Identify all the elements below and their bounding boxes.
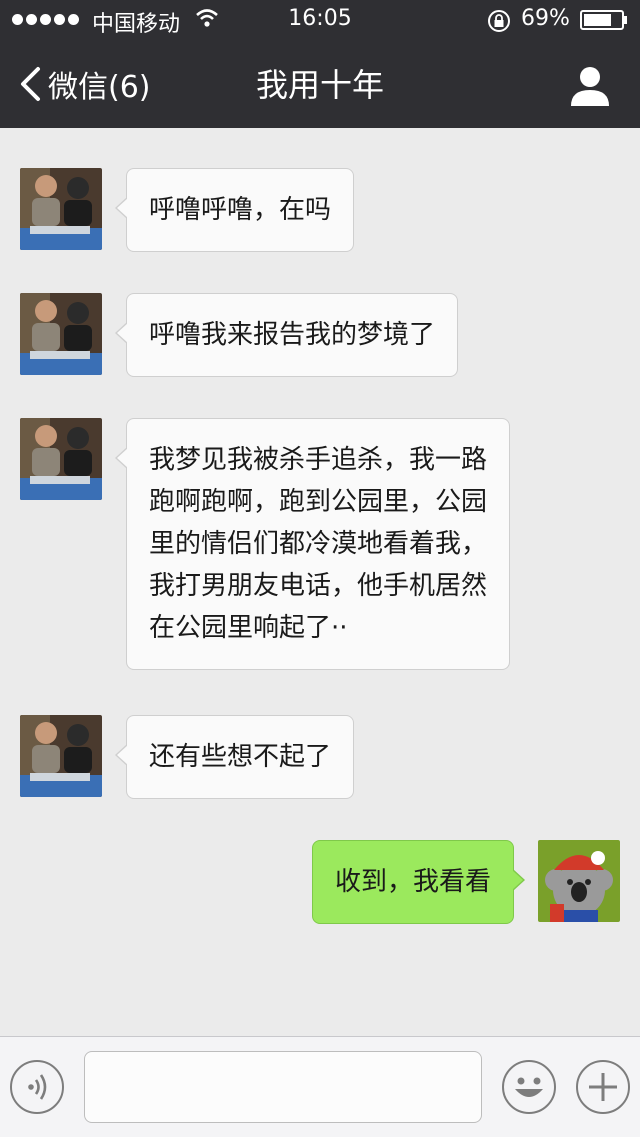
message-input[interactable] [84,1051,482,1123]
incoming-message[interactable]: 我梦见我被杀手追杀，我一路 跑啊跑啊，跑到公园里，公园 里的情侣们都冷漠地看着我… [114,418,511,670]
friend-photo [20,293,102,375]
voice-icon[interactable] [9,1059,65,1115]
avatar[interactable] [20,418,102,500]
status-bar: 中国移动 16:05 69% [0,0,640,40]
plus-icon[interactable] [575,1059,631,1115]
avatar[interactable] [20,715,102,797]
incoming-message[interactable]: 还有些想不起了 [114,715,355,799]
page-title: 我用十年 [255,66,384,104]
my-avatar[interactable] [538,840,620,922]
input-toolbar [0,1036,640,1137]
friend-photo [20,168,102,250]
message-line: 里的情侣们都冷漠地看着我， [149,529,488,559]
incoming-message[interactable]: 呼噜我来报告我的梦境了 [114,293,459,377]
avatar[interactable] [20,293,102,375]
nav-bar: 微信(6) 我用十年 [0,40,640,128]
header: 中国移动 16:05 69% 微信(6) 我用十年 [0,0,640,128]
smiley-icon[interactable] [501,1059,557,1115]
incoming-message[interactable]: 呼噜呼噜，在吗 [114,168,355,252]
avatar[interactable] [20,168,102,250]
message-line: 在公园里响起了·· [149,613,348,643]
battery-percentage: 69% [521,6,570,31]
koala-mario-avatar [538,840,620,922]
person-icon[interactable] [568,64,612,108]
message-line: 我梦见我被杀手追杀，我一路 [149,445,488,475]
friend-photo [20,715,102,797]
message-line: 跑啊跑啊，跑到公园里，公园 [149,487,488,517]
chat-area[interactable]: 呼噜呼噜，在吗 呼噜我来报告我的梦境了 我梦见我被杀手追杀，我一路 跑啊跑啊，跑… [0,128,640,1036]
outgoing-message[interactable]: 收到，我看看 [311,840,526,924]
friend-photo [20,418,102,500]
message-line: 我打男朋友电话，他手机居然 [149,571,488,601]
battery-icon [580,10,627,30]
rotation-lock-icon [488,10,510,32]
